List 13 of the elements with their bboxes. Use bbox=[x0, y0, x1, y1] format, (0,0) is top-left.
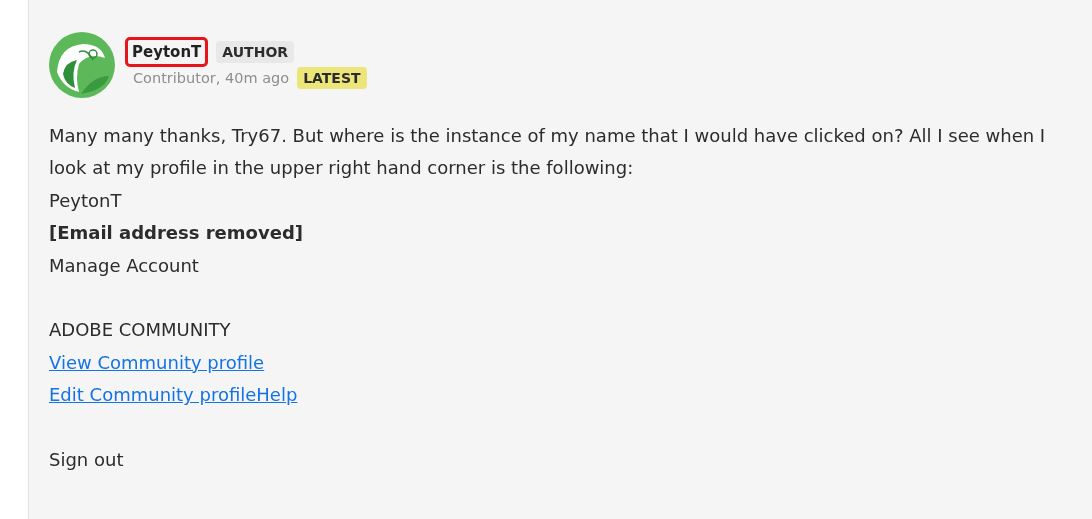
body-text: ADOBE COMMUNITY bbox=[49, 318, 232, 343]
badge: AUTHOR bbox=[216, 41, 295, 63]
body-text: Sign out bbox=[49, 448, 125, 473]
body-text: Many many thanks, Try67. But where is the instance of my name that I would have clicked on? All I see when I look at my profile in the upper right hand corner is the following: bbox=[49, 124, 1047, 181]
author-role: Contributor, 40m ago bbox=[133, 70, 290, 86]
profile-link[interactable]: Edit Community profileHelp bbox=[49, 384, 298, 406]
body-text: Manage Account bbox=[49, 253, 200, 278]
badge: LATEST bbox=[297, 67, 367, 89]
profile-link[interactable]: View Community profile bbox=[49, 351, 265, 373]
body-text: PeytonT bbox=[49, 188, 123, 213]
avatar bbox=[49, 32, 115, 98]
author-name[interactable]: PeytonT bbox=[125, 37, 209, 67]
body-text: [Email address removed] bbox=[49, 221, 304, 246]
